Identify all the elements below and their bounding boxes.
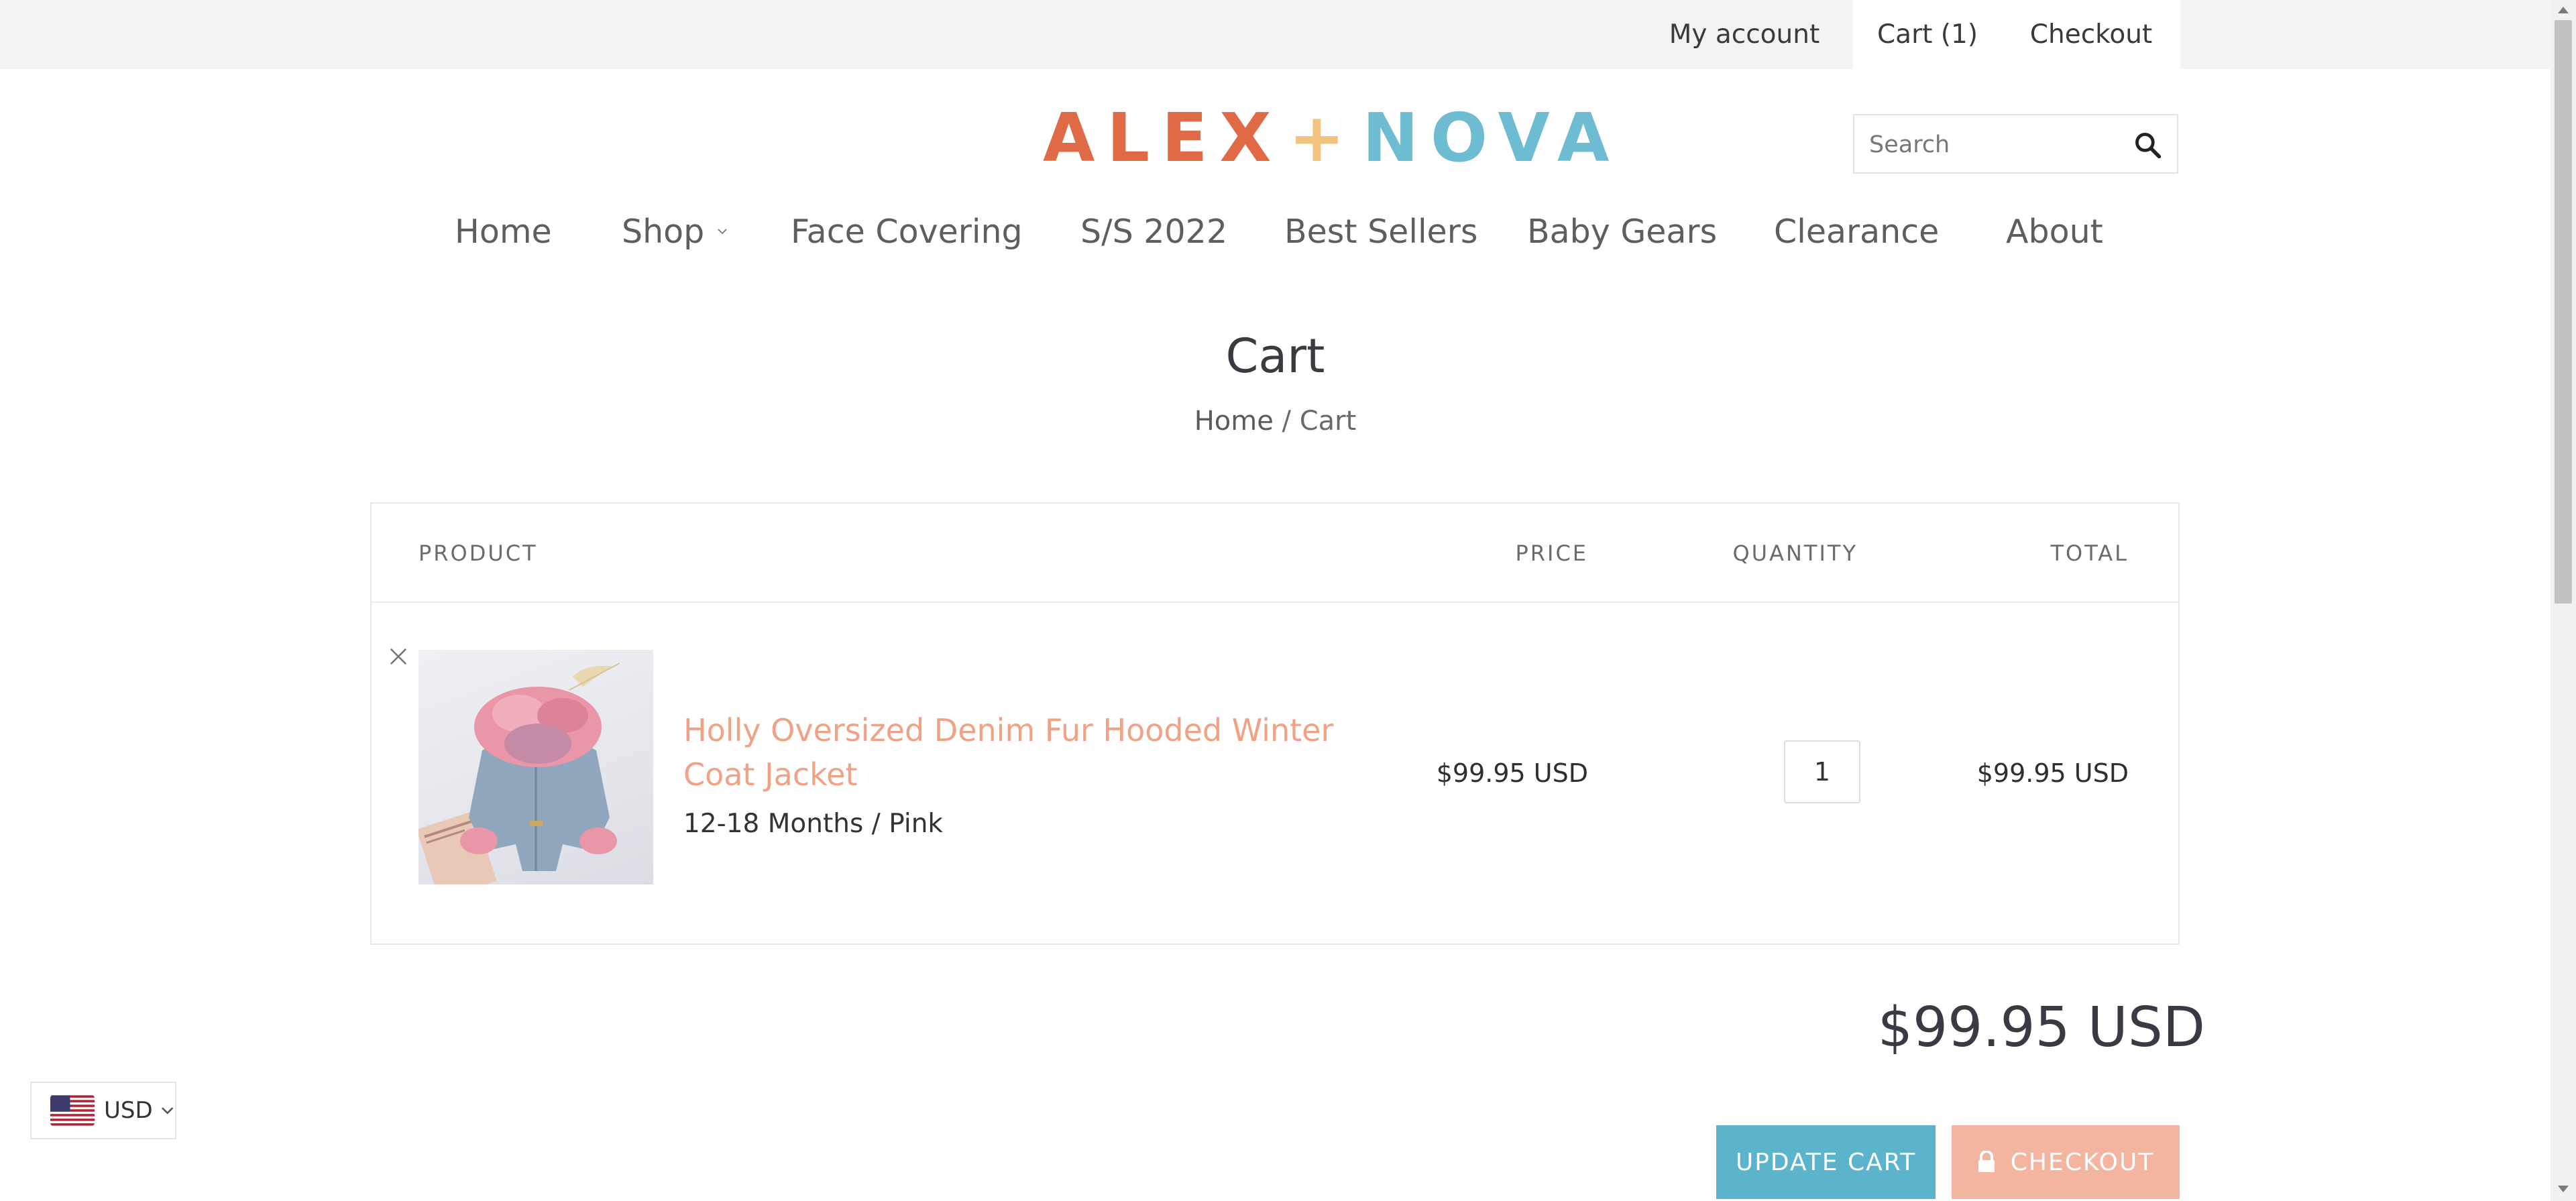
header-total: TOTAL xyxy=(2050,540,2129,566)
breadcrumb-home-link[interactable]: Home xyxy=(1194,406,1274,437)
nav-label: S/S 2022 xyxy=(1080,212,1227,251)
header-quantity: QUANTITY xyxy=(1732,540,1858,566)
search-box xyxy=(1853,114,2178,174)
currency-code: USD xyxy=(104,1097,153,1124)
nav-label: Baby Gears xyxy=(1527,212,1718,251)
us-flag-icon xyxy=(50,1095,95,1126)
search-icon[interactable] xyxy=(2133,130,2162,160)
nav-label: Best Sellers xyxy=(1284,212,1478,251)
top-utility-bar: My account Cart (1) Checkout xyxy=(0,0,2551,69)
nav-label: Shop xyxy=(622,212,705,251)
item-total: $99.95 USD xyxy=(1976,758,2129,788)
scroll-up-arrow-icon[interactable] xyxy=(2557,4,2570,17)
header-product: PRODUCT xyxy=(418,540,538,566)
nav-item-ss2022[interactable]: S/S 2022 xyxy=(1080,201,1227,262)
product-title-link[interactable]: Holly Oversized Denim Fur Hooded Winter … xyxy=(683,708,1354,797)
cart-link[interactable]: Cart (1) xyxy=(1853,0,2002,69)
nav-item-clearance[interactable]: Clearance xyxy=(1774,201,1939,262)
currency-selector[interactable]: USD xyxy=(30,1082,176,1139)
chevron-down-icon xyxy=(718,229,727,235)
jacket-illustration xyxy=(418,663,620,884)
search-input[interactable] xyxy=(1868,123,2119,166)
main-nav: Home Shop Face Covering S/S 2022 Best Se… xyxy=(0,201,2551,262)
breadcrumb: Home / Cart xyxy=(0,406,2551,437)
checkout-label: CHECKOUT xyxy=(2010,1148,2155,1176)
nav-label: Clearance xyxy=(1774,212,1940,251)
scroll-down-arrow-icon[interactable] xyxy=(2557,1182,2570,1195)
nav-item-home[interactable]: Home xyxy=(455,201,552,262)
nav-item-face-covering[interactable]: Face Covering xyxy=(791,201,1023,262)
lock-icon xyxy=(1978,1151,1995,1172)
nav-label: Face Covering xyxy=(791,212,1023,251)
logo-text-alex: ALEX xyxy=(1043,98,1284,177)
breadcrumb-current: Cart xyxy=(1299,406,1357,437)
nav-item-baby-gears[interactable]: Baby Gears xyxy=(1527,201,1717,262)
header-price: PRICE xyxy=(1515,540,1588,566)
product-image[interactable] xyxy=(418,650,653,884)
update-cart-label: UPDATE CART xyxy=(1735,1148,1917,1176)
quantity-input[interactable] xyxy=(1784,740,1860,803)
item-price: $99.95 USD xyxy=(1436,758,1588,788)
cart-table: PRODUCT PRICE QUANTITY TOTAL Holly Overs… xyxy=(370,502,2180,945)
nav-item-about[interactable]: About xyxy=(2006,201,2103,262)
checkout-link[interactable]: Checkout xyxy=(2002,0,2180,69)
checkout-button[interactable]: CHECKOUT xyxy=(1952,1125,2180,1199)
cart-subtotal: $99.95 USD xyxy=(1877,996,2205,1060)
page-scrollbar[interactable] xyxy=(2551,0,2576,1201)
chevron-down-icon xyxy=(161,1107,174,1114)
breadcrumb-separator: / xyxy=(1282,406,1292,437)
logo-plus: + xyxy=(1288,98,1357,177)
site-logo[interactable]: ALEX + NOVA xyxy=(1043,98,1609,177)
logo-text-nova: NOVA xyxy=(1362,98,1622,177)
close-icon[interactable] xyxy=(388,646,409,667)
product-variant: 12-18 Months / Pink xyxy=(683,809,944,839)
page-title: Cart xyxy=(1225,329,1325,384)
header-divider xyxy=(372,602,2178,603)
my-account-link[interactable]: My account xyxy=(1654,0,1835,69)
update-cart-button[interactable]: UPDATE CART xyxy=(1716,1125,1936,1199)
nav-item-shop[interactable]: Shop xyxy=(622,201,728,262)
nav-label: Home xyxy=(455,212,552,251)
nav-label: About xyxy=(2006,212,2103,251)
nav-item-best-sellers[interactable]: Best Sellers xyxy=(1284,201,1477,262)
scrollbar-thumb[interactable] xyxy=(2555,20,2572,604)
